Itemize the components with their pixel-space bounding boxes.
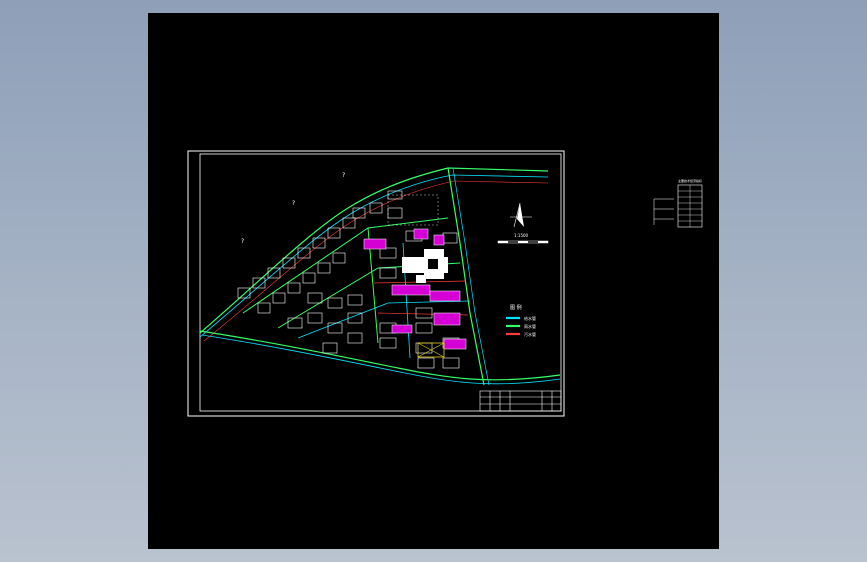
legend: 图 例 给水管 雨水管 污水管 (506, 304, 536, 337)
drawing-canvas: ? ? ? 1:1500 图 例 给水管 雨水管 污水管 主要技术经济指标 (187, 150, 703, 417)
main-road-north-pipe (199, 174, 549, 338)
scale-label: 1:1500 (514, 233, 529, 238)
east-road (447, 167, 485, 386)
scale-bar (497, 240, 549, 244)
highlighted-buildings (363, 228, 467, 350)
yellow-block-cross (417, 342, 445, 358)
side-table-title: 主要技术经济指标 (678, 178, 702, 183)
central-complex (402, 249, 448, 283)
sheet-outer-frame (187, 150, 565, 417)
east-road-pipe (452, 167, 490, 386)
legend-label-sewer: 污水管 (524, 331, 536, 337)
legend-title: 图 例 (510, 304, 522, 311)
legend-label-water: 给水管 (524, 315, 536, 321)
side-table: 主要技术经济指标 (653, 178, 703, 228)
question-mark-1: ? (342, 172, 345, 179)
north-arrow-icon (510, 202, 532, 228)
main-road-south-pipe (201, 334, 561, 385)
sheet-inner-frame (199, 153, 562, 412)
question-mark-3: ? (241, 238, 244, 245)
question-mark-2: ? (292, 200, 295, 207)
cad-viewport[interactable]: ? ? ? 1:1500 图 例 给水管 雨水管 污水管 主要技术经济指标 (148, 13, 719, 549)
legend-label-rain: 雨水管 (524, 323, 536, 329)
title-block (479, 390, 562, 412)
